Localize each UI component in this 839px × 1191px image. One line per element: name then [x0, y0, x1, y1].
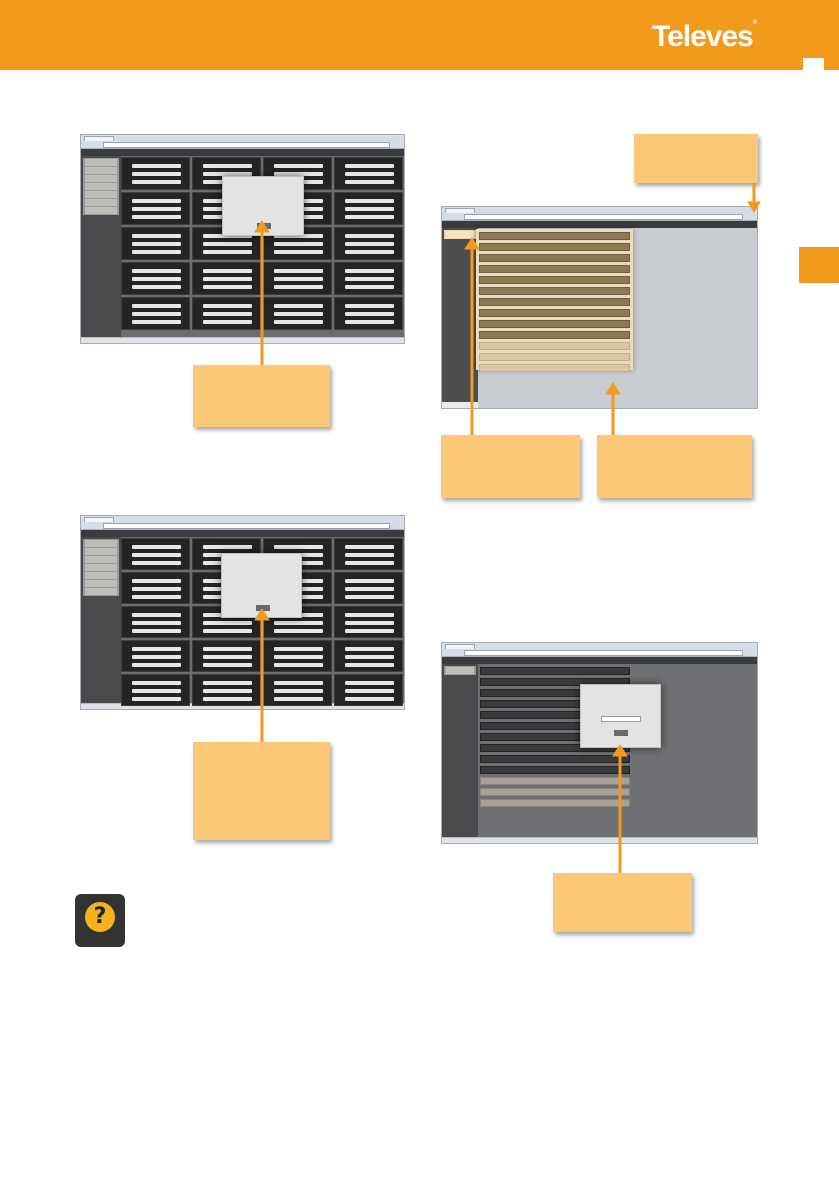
callout-arrows: [254, 183, 761, 873]
arrow-2-head: [254, 608, 270, 621]
arrow-6-head: [612, 744, 628, 757]
arrow-1-head: [254, 220, 270, 233]
arrow-3-head: [747, 201, 761, 213]
manual-page: Televes® ?: [0, 0, 839, 1191]
arrow-4-head: [464, 237, 480, 250]
arrow-5-head: [605, 382, 621, 395]
